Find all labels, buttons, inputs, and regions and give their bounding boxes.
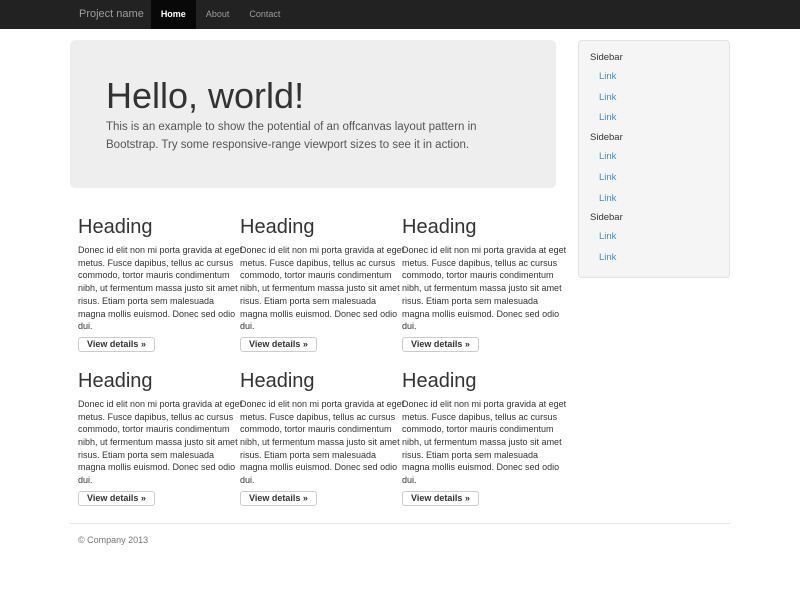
sidebar-header-3: Sidebar xyxy=(579,209,729,227)
card-body-text: Donec id elit non mi porta gravida at eg… xyxy=(402,244,556,333)
card-heading: Heading xyxy=(78,216,232,238)
card-2: Heading Donec id elit non mi porta gravi… xyxy=(232,216,394,352)
sidebar-link[interactable]: Link xyxy=(579,88,729,109)
sidebar-link[interactable]: Link xyxy=(579,147,729,168)
view-details-button[interactable]: View details » xyxy=(78,337,155,352)
nav-item-contact[interactable]: Contact xyxy=(239,0,290,29)
view-details-button[interactable]: View details » xyxy=(402,491,479,506)
sidebar-link[interactable]: Link xyxy=(579,108,729,129)
footer: © Company 2013 xyxy=(70,534,730,546)
copyright-text: © Company 2013 xyxy=(78,534,730,546)
card-body-text: Donec id elit non mi porta gravida at eg… xyxy=(78,244,232,333)
brand-link[interactable]: Project name xyxy=(79,0,144,29)
card-1: Heading Donec id elit non mi porta gravi… xyxy=(70,216,232,352)
jumbotron: Hello, world! This is an example to show… xyxy=(70,40,556,188)
footer-divider xyxy=(70,523,730,524)
sidebar-link[interactable]: Link xyxy=(579,248,729,269)
main-content: Hello, world! This is an example to show… xyxy=(70,29,556,506)
page-title: Hello, world! xyxy=(106,76,520,115)
card-body-text: Donec id elit non mi porta gravida at eg… xyxy=(78,398,232,487)
cards-row-1: Heading Donec id elit non mi porta gravi… xyxy=(70,216,556,352)
card-3: Heading Donec id elit non mi porta gravi… xyxy=(394,216,556,352)
sidebar-link[interactable]: Link xyxy=(579,168,729,189)
sidebar-header-2: Sidebar xyxy=(579,129,729,147)
cards-row-2: Heading Donec id elit non mi porta gravi… xyxy=(70,370,556,506)
sidebar-link[interactable]: Link xyxy=(579,67,729,88)
sidebar-link[interactable]: Link xyxy=(579,227,729,248)
view-details-button[interactable]: View details » xyxy=(78,491,155,506)
card-4: Heading Donec id elit non mi porta gravi… xyxy=(70,370,232,506)
navbar-menu: Home About Contact xyxy=(151,0,291,29)
card-5: Heading Donec id elit non mi porta gravi… xyxy=(232,370,394,506)
nav-item-about[interactable]: About xyxy=(196,0,240,29)
sidebar: Sidebar Link Link Link Sidebar Link Link… xyxy=(578,29,730,506)
page-container: Hello, world! This is an example to show… xyxy=(70,29,730,546)
content-row: Hello, world! This is an example to show… xyxy=(70,29,730,506)
nav-item-home[interactable]: Home xyxy=(151,0,196,29)
sidebar-well: Sidebar Link Link Link Sidebar Link Link… xyxy=(578,40,730,278)
card-heading: Heading xyxy=(240,370,394,392)
card-body-text: Donec id elit non mi porta gravida at eg… xyxy=(240,398,394,487)
card-body-text: Donec id elit non mi porta gravida at eg… xyxy=(402,398,556,487)
card-6: Heading Donec id elit non mi porta gravi… xyxy=(394,370,556,506)
card-heading: Heading xyxy=(402,370,556,392)
card-heading: Heading xyxy=(402,216,556,238)
view-details-button[interactable]: View details » xyxy=(240,337,317,352)
sidebar-header-1: Sidebar xyxy=(579,49,729,67)
card-body-text: Donec id elit non mi porta gravida at eg… xyxy=(240,244,394,333)
card-heading: Heading xyxy=(240,216,394,238)
jumbotron-text: This is an example to show the potential… xyxy=(106,118,520,154)
card-heading: Heading xyxy=(78,370,232,392)
view-details-button[interactable]: View details » xyxy=(240,491,317,506)
sidebar-link[interactable]: Link xyxy=(579,189,729,210)
view-details-button[interactable]: View details » xyxy=(402,337,479,352)
top-navbar: Project name Home About Contact xyxy=(0,0,800,29)
